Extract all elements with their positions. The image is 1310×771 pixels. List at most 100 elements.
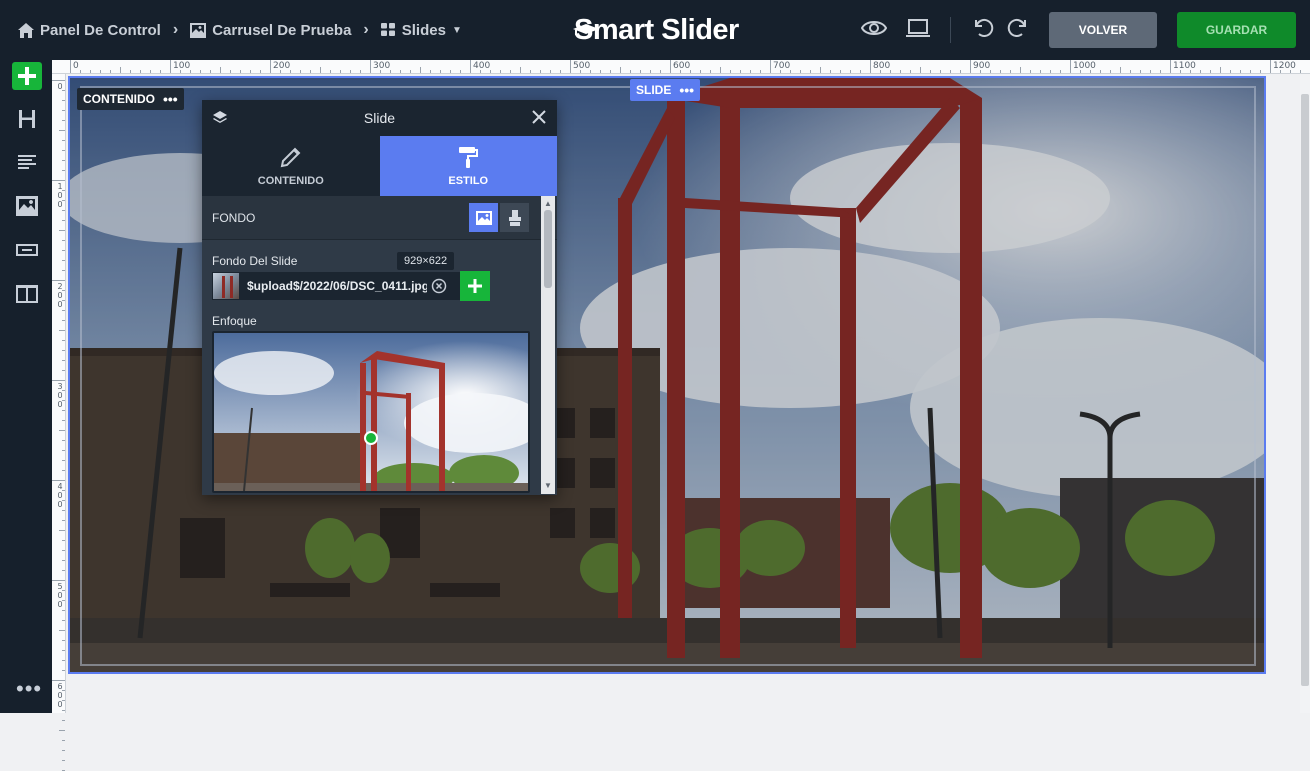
ruler-subtick: [600, 70, 601, 73]
ruler-subtick: [62, 500, 65, 501]
more-options-icon[interactable]: •••: [163, 91, 178, 107]
volver-button[interactable]: VOLVER: [1049, 12, 1157, 48]
ruler-subtick: [62, 150, 65, 151]
ruler-subtick: [700, 70, 701, 73]
ruler-tick: [70, 60, 71, 73]
ruler-subtick: [1280, 70, 1281, 73]
ruler-subtick: [62, 640, 65, 641]
ruler-subtick: [62, 240, 65, 241]
columns-layer-button[interactable]: [15, 282, 39, 306]
ruler-subtick: [62, 300, 65, 301]
more-options-icon[interactable]: •••: [16, 678, 42, 700]
ruler-subtick: [1110, 70, 1111, 73]
panel-scrollbar-thumb[interactable]: [544, 210, 552, 288]
scroll-down-icon[interactable]: ▼: [544, 481, 552, 490]
redo-button[interactable]: [1006, 16, 1030, 45]
undo-button[interactable]: [971, 16, 995, 45]
close-icon[interactable]: [531, 109, 547, 125]
ruler-subtick: [62, 420, 65, 421]
ruler-label: 400: [57, 482, 63, 509]
focus-preview-image: [214, 333, 528, 491]
focus-point-picker[interactable]: [212, 331, 530, 493]
ruler-subtick: [960, 70, 961, 73]
content-badge[interactable]: CONTENIDO •••: [77, 88, 184, 110]
background-image-field[interactable]: $upload$/2022/06/DSC_0411.jpg: [212, 272, 460, 300]
divider: [950, 17, 951, 43]
canvas-scrollbar[interactable]: [1300, 74, 1310, 713]
image-background-button[interactable]: [469, 203, 498, 232]
ruler-subtick: [530, 70, 531, 73]
panel-tabs: CONTENIDO ESTILO: [202, 136, 557, 196]
preview-button[interactable]: [860, 16, 888, 45]
ruler-tick: [52, 480, 65, 481]
ruler-tick: [52, 380, 65, 381]
ruler-subtick: [320, 67, 321, 73]
ruler-subtick: [62, 210, 65, 211]
heading-layer-button[interactable]: [15, 107, 39, 131]
ruler-subtick: [610, 70, 611, 73]
ruler-subtick: [1230, 70, 1231, 73]
ruler-subtick: [120, 67, 121, 73]
layers-icon[interactable]: [212, 110, 228, 126]
ruler-label: 500: [573, 61, 591, 71]
ruler-tick: [670, 60, 671, 73]
tab-contenido[interactable]: CONTENIDO: [202, 136, 380, 196]
ruler-subtick: [550, 70, 551, 73]
ruler-tick: [52, 580, 65, 581]
ruler-subtick: [1060, 70, 1061, 73]
more-options-icon[interactable]: •••: [679, 82, 694, 98]
ruler-subtick: [560, 70, 561, 73]
device-button[interactable]: [905, 16, 931, 45]
ruler-subtick: [890, 70, 891, 73]
text-layer-button[interactable]: [15, 150, 39, 174]
columns-icon: [16, 285, 38, 303]
ruler-subtick: [1000, 70, 1001, 73]
panel-scrollbar[interactable]: ▲ ▼: [541, 196, 555, 494]
ruler-subtick: [280, 70, 281, 73]
focus-point-handle[interactable]: [364, 431, 378, 445]
ruler-subtick: [62, 290, 65, 291]
canvas-scrollbar-thumb[interactable]: [1301, 94, 1309, 686]
ruler-subtick: [660, 70, 661, 73]
ruler-subtick: [62, 600, 65, 601]
breadcrumb-home[interactable]: Panel De Control: [18, 22, 161, 39]
ruler-subtick: [940, 70, 941, 73]
ruler-subtick: [62, 410, 65, 411]
ruler-tick: [52, 80, 65, 81]
background-image-thumbnail: [213, 273, 239, 299]
tab-estilo[interactable]: ESTILO: [379, 136, 557, 196]
slide-badge[interactable]: SLIDE •••: [630, 79, 701, 101]
ruler-subtick: [62, 260, 65, 261]
color-background-button[interactable]: [500, 203, 529, 232]
ruler-subtick: [59, 730, 65, 731]
ruler-subtick: [62, 370, 65, 371]
ruler-subtick: [1150, 70, 1151, 73]
breadcrumb-slides[interactable]: Slides ▼: [380, 22, 462, 39]
ruler-subtick: [1300, 70, 1301, 73]
ruler-subtick: [790, 70, 791, 73]
breadcrumb-home-label: Panel De Control: [40, 21, 161, 39]
add-image-button[interactable]: [460, 271, 490, 301]
button-layer-button[interactable]: [15, 238, 39, 262]
fondo-del-slide-label: Fondo Del Slide: [212, 254, 298, 268]
ruler-subtick: [480, 70, 481, 73]
image-layer-button[interactable]: [15, 194, 39, 218]
ruler-subtick: [1290, 70, 1291, 73]
guardar-button[interactable]: GUARDAR: [1177, 12, 1296, 48]
ruler-subtick: [720, 67, 721, 73]
scroll-up-icon[interactable]: ▲: [544, 199, 552, 208]
ruler-subtick: [760, 70, 761, 73]
ruler-subtick: [210, 70, 211, 73]
ruler-subtick: [62, 670, 65, 671]
add-layer-button[interactable]: [12, 62, 42, 90]
ruler-subtick: [830, 70, 831, 73]
panel-header[interactable]: Slide: [202, 100, 557, 136]
clear-icon[interactable]: [431, 278, 447, 294]
ruler-subtick: [880, 70, 881, 73]
ruler-subtick: [420, 67, 421, 73]
background-image-path[interactable]: $upload$/2022/06/DSC_0411.jpg: [247, 279, 427, 293]
enfoque-label: Enfoque: [212, 314, 257, 328]
logo-cap-icon: [573, 24, 599, 35]
ruler-label: 600: [673, 61, 691, 71]
breadcrumb-slider[interactable]: Carrusel De Prueba: [190, 22, 351, 39]
